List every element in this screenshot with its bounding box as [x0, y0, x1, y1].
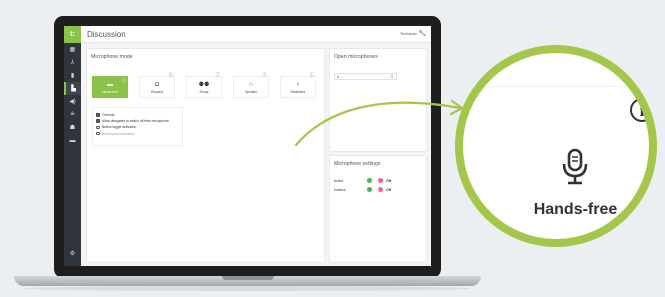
zoom-label: Hands-free [533, 201, 618, 218]
microphone-icon [562, 148, 588, 185]
zoom-content: i Hands-free [463, 53, 649, 239]
info-icon[interactable]: i [630, 98, 649, 122]
zoom-magnifier: i Hands-free [455, 45, 657, 247]
zoom-divider [463, 86, 649, 87]
